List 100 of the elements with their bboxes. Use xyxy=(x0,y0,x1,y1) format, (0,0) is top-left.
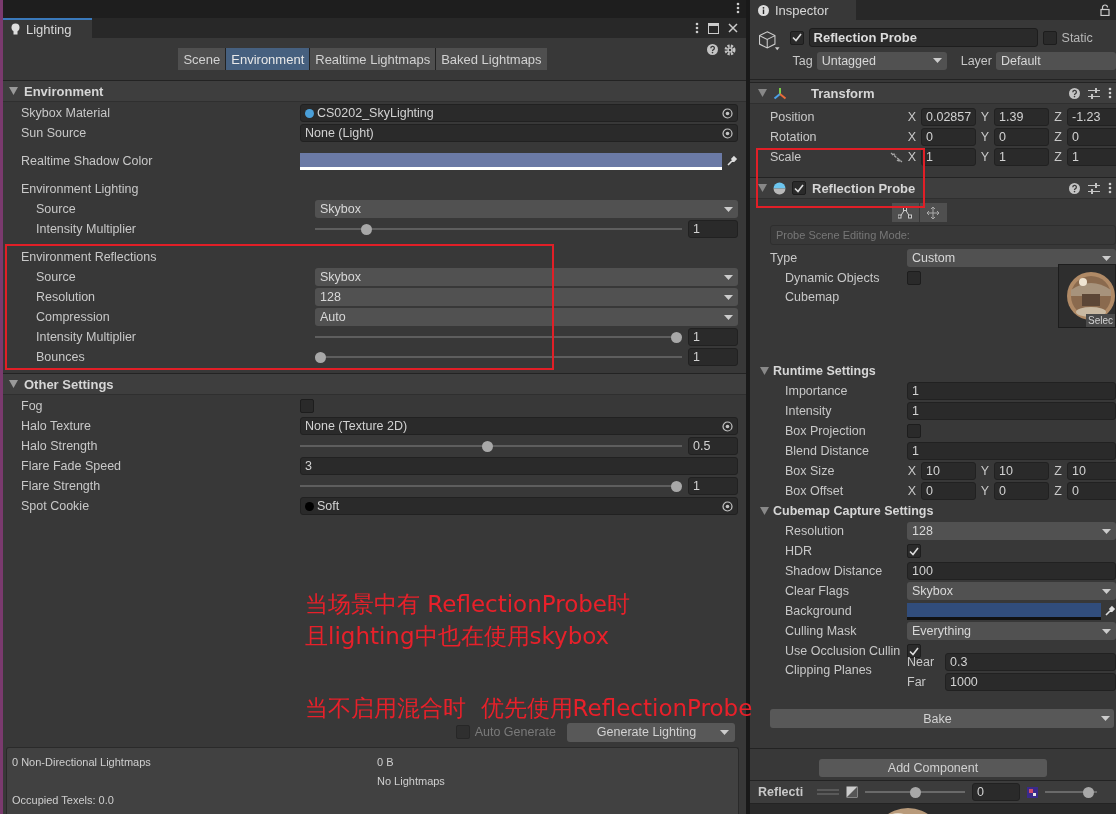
number-field[interactable]: 0 xyxy=(921,128,976,146)
slider-thumb[interactable] xyxy=(671,331,682,343)
checkbox[interactable] xyxy=(907,644,921,658)
number-field[interactable]: 1 xyxy=(688,348,738,366)
number-field[interactable]: 1 xyxy=(907,382,1116,400)
add-component-button[interactable]: Add Component xyxy=(819,759,1047,777)
number-field[interactable]: 0.3 xyxy=(945,653,1116,671)
number-field[interactable]: 1 xyxy=(688,328,738,346)
number-field[interactable]: 1 xyxy=(921,148,976,166)
foldout-header[interactable]: Cubemap Capture Settings xyxy=(760,501,1116,521)
generate-lighting-button[interactable]: Generate Lighting xyxy=(567,722,735,742)
drag-handle-icon[interactable] xyxy=(817,789,839,795)
object-field[interactable]: None (Texture 2D) xyxy=(300,417,738,435)
more-icon[interactable] xyxy=(1108,182,1112,194)
tab[interactable]: Scene xyxy=(178,48,226,70)
section-header[interactable]: Other Settings xyxy=(3,373,746,395)
help-icon[interactable] xyxy=(1069,87,1080,99)
number-field[interactable]: 1 xyxy=(1067,148,1116,166)
object-field[interactable]: CS0202_SkyLighting xyxy=(300,104,738,122)
slider-thumb[interactable] xyxy=(361,223,373,235)
dropdown[interactable]: Skybox xyxy=(315,268,738,286)
checkbox[interactable] xyxy=(1042,30,1057,45)
number-field[interactable]: 0 xyxy=(994,128,1049,146)
exposure-icon[interactable] xyxy=(846,786,858,798)
number-field[interactable]: -1.23 xyxy=(1067,108,1116,126)
more-icon[interactable] xyxy=(695,22,699,34)
move-button[interactable] xyxy=(919,203,947,222)
component-header[interactable]: Reflection Probe xyxy=(750,177,1116,199)
checkbox[interactable] xyxy=(907,271,921,285)
mip-icon[interactable] xyxy=(1027,786,1038,798)
dropdown[interactable]: Default xyxy=(996,51,1116,70)
number-field[interactable]: 1 xyxy=(907,442,1116,460)
unlink-icon[interactable] xyxy=(890,151,903,163)
number-field[interactable]: 100 xyxy=(907,562,1116,580)
window-tab[interactable]: Lighting xyxy=(3,18,92,38)
number-field[interactable]: 0 xyxy=(972,783,1020,801)
maximize-icon[interactable] xyxy=(708,22,719,34)
sliders-icon[interactable] xyxy=(1088,182,1100,194)
checkbox[interactable] xyxy=(907,424,921,438)
eyedropper-icon[interactable] xyxy=(726,155,738,167)
number-field[interactable]: 0 xyxy=(921,482,976,500)
tab[interactable]: Realtime Lightmaps xyxy=(310,48,436,70)
foldout-header[interactable]: Runtime Settings xyxy=(760,361,1116,381)
number-field[interactable]: 10 xyxy=(994,462,1049,480)
dropdown[interactable]: Skybox xyxy=(907,582,1116,600)
number-field[interactable]: 1 xyxy=(907,402,1116,420)
number-field[interactable]: 0.5 xyxy=(688,437,738,455)
texture-slot[interactable]: Selec xyxy=(1058,264,1116,328)
number-field[interactable]: 1.39 xyxy=(994,108,1049,126)
dropdown[interactable]: Custom xyxy=(907,249,1116,267)
sliders-icon[interactable] xyxy=(1088,87,1100,99)
tab[interactable]: Baked Lightmaps xyxy=(436,48,547,70)
dropdown[interactable]: Skybox xyxy=(315,200,738,218)
eyedropper-icon[interactable] xyxy=(1104,605,1116,617)
slider-thumb[interactable] xyxy=(909,786,921,798)
checkbox[interactable] xyxy=(792,181,806,195)
checkbox[interactable] xyxy=(789,30,804,45)
bake-button[interactable]: Bake xyxy=(770,709,1114,728)
more-icon[interactable] xyxy=(1108,87,1112,99)
number-field[interactable]: 1 xyxy=(994,148,1049,166)
number-field[interactable]: 0 xyxy=(1067,482,1116,500)
target-icon[interactable] xyxy=(722,501,733,512)
slider-thumb[interactable] xyxy=(1083,786,1095,798)
number-field[interactable]: 0 xyxy=(994,482,1049,500)
number-field[interactable]: 0 xyxy=(1067,128,1116,146)
window-tab[interactable]: Inspector xyxy=(750,0,857,20)
object-field[interactable]: None (Light) xyxy=(300,124,738,142)
number-field[interactable]: 1 xyxy=(688,477,738,495)
help-icon[interactable] xyxy=(707,44,718,55)
object-field[interactable]: Soft xyxy=(300,497,738,515)
dropdown[interactable]: 128 xyxy=(907,522,1116,540)
target-icon[interactable] xyxy=(722,421,733,432)
stats-text: Occupied Texels: 0.0 xyxy=(12,793,115,806)
number-field[interactable]: 1 xyxy=(688,220,738,238)
close-icon[interactable] xyxy=(728,23,738,33)
number-field[interactable]: 3 xyxy=(300,457,738,475)
component-header[interactable]: Transform xyxy=(750,82,1116,104)
dropdown[interactable]: Everything xyxy=(907,622,1116,640)
number-field[interactable]: 10 xyxy=(921,462,976,480)
lock-icon[interactable] xyxy=(1100,4,1110,16)
color-field[interactable] xyxy=(907,602,1101,620)
checkbox[interactable] xyxy=(300,399,314,413)
target-icon[interactable] xyxy=(722,108,733,119)
number-field[interactable]: 10 xyxy=(1067,462,1116,480)
dropdown[interactable]: Auto xyxy=(315,308,738,326)
slider-thumb[interactable] xyxy=(315,351,326,363)
help-icon[interactable] xyxy=(1069,182,1080,194)
dropdown[interactable]: 128 xyxy=(315,288,738,306)
slider-thumb[interactable] xyxy=(671,480,682,492)
section-header[interactable]: Environment xyxy=(3,80,746,102)
dropdown[interactable]: Untagged xyxy=(816,51,947,70)
checkbox[interactable] xyxy=(907,544,921,558)
settings-icon[interactable] xyxy=(724,44,736,56)
number-field[interactable]: 0.02857 xyxy=(921,108,976,126)
select-button[interactable]: Selec xyxy=(1086,314,1115,327)
slider-thumb[interactable] xyxy=(481,440,493,452)
number-field[interactable]: 1000 xyxy=(945,673,1116,691)
target-icon[interactable] xyxy=(722,128,733,139)
tab[interactable]: Environment xyxy=(226,48,310,70)
name-field[interactable]: Reflection Probe xyxy=(808,28,1038,47)
